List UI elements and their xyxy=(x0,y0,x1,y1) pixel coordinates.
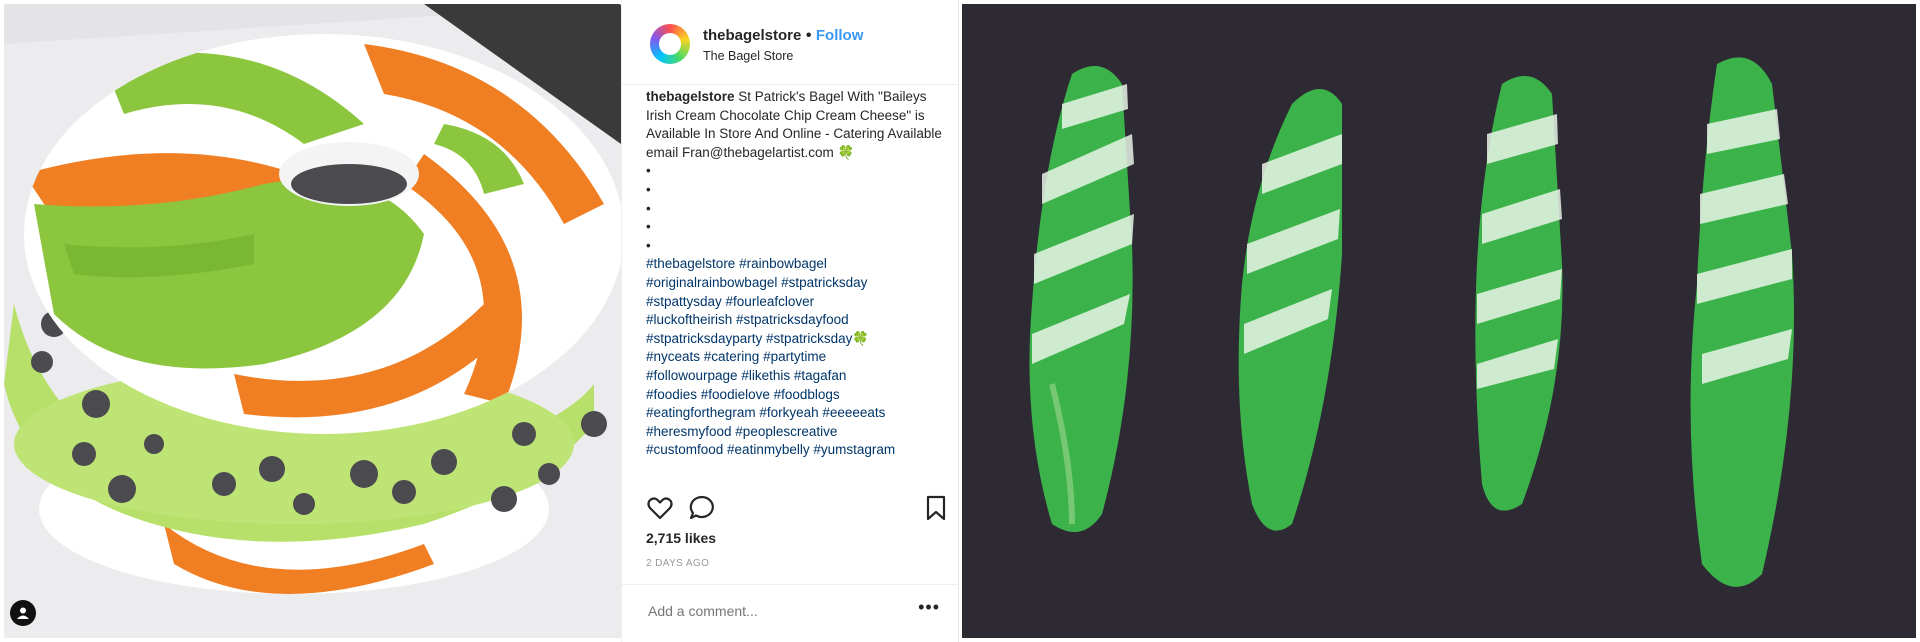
caption-username[interactable]: thebagelstore xyxy=(646,89,735,104)
hashtag-line[interactable]: #customfood #eatinmybelly #yumstagram xyxy=(646,441,946,460)
cookies-photo xyxy=(962,4,1916,638)
header-line: thebagelstore • Follow xyxy=(703,27,863,45)
hashtag-line[interactable]: #heresmyfood #peoplescreative xyxy=(646,423,946,442)
post-timestamp[interactable]: 2 DAYS AGO xyxy=(646,558,709,569)
hashtag-line[interactable]: #foodies #foodielove #foodblogs xyxy=(646,386,946,405)
hashtag-line[interactable]: #originalrainbowbagel #stpatricksday xyxy=(646,274,946,293)
bullet: • xyxy=(646,163,651,179)
person-glyph xyxy=(17,607,29,619)
bullet: • xyxy=(646,181,651,197)
separator-dot: • xyxy=(805,27,812,44)
hashtag-line[interactable]: #nyceats #catering #partytime xyxy=(646,348,946,367)
cookies-illustration xyxy=(962,4,1916,638)
bullet: • xyxy=(646,237,651,253)
bagel-photo xyxy=(4,4,621,638)
like-count[interactable]: 2,715 likes xyxy=(646,530,716,546)
username-link[interactable]: thebagelstore xyxy=(703,27,801,44)
hashtag-line[interactable]: #followourpage #likethis #tagafan xyxy=(646,367,946,386)
hashtag-list: #thebagelstore #rainbowbagel #originalra… xyxy=(646,255,946,460)
bullet: • xyxy=(646,200,651,216)
hashtag-line[interactable]: #stpattysday #fourleafclover xyxy=(646,293,946,312)
hashtag-line[interactable]: #eatingforthegram #forkyeah #eeeeeats xyxy=(646,404,946,423)
caption-area[interactable]: thebagelstore St Patrick's Bagel With "B… xyxy=(646,88,946,483)
location-link[interactable]: The Bagel Store xyxy=(703,49,793,63)
hashtag-line[interactable]: #stpatricksdayparty #stpatricksday🍀 xyxy=(646,330,946,349)
action-bar xyxy=(646,494,946,524)
post-panel: thebagelstore • Follow The Bagel Store t… xyxy=(621,0,959,642)
comment-bar: ••• xyxy=(622,584,958,641)
hashtag-line[interactable]: #thebagelstore #rainbowbagel xyxy=(646,255,946,274)
caption-bullets: • • • • • xyxy=(646,162,946,255)
bagel-illustration xyxy=(4,4,621,638)
comment-bubble-icon[interactable] xyxy=(688,494,716,522)
comment-input[interactable] xyxy=(646,602,900,620)
post-header: thebagelstore • Follow The Bagel Store xyxy=(622,0,958,85)
bookmark-icon[interactable] xyxy=(922,494,950,522)
avatar[interactable] xyxy=(650,24,690,64)
heart-icon[interactable] xyxy=(646,494,674,522)
follow-button[interactable]: Follow xyxy=(816,27,864,44)
bullet: • xyxy=(646,219,651,235)
person-tag-icon[interactable] xyxy=(10,600,36,626)
hashtag-line[interactable]: #luckoftheirish #stpatricksdayfood xyxy=(646,311,946,330)
more-options-icon[interactable]: ••• xyxy=(918,597,940,618)
